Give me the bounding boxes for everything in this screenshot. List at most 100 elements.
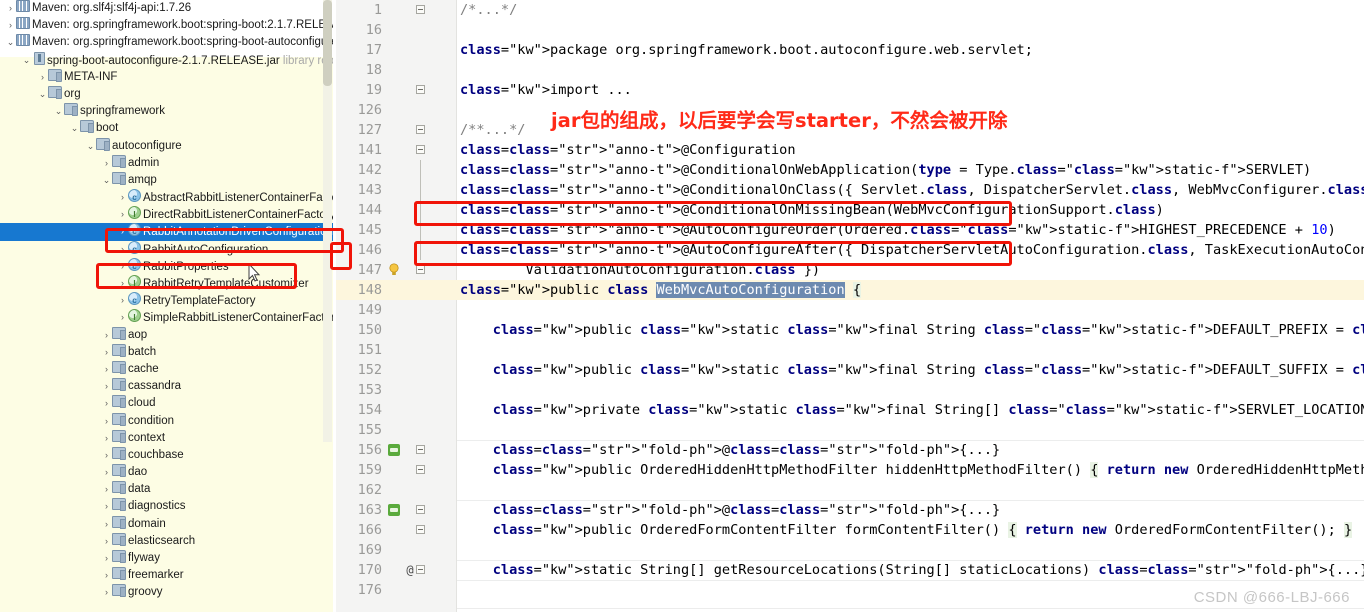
code-line[interactable]: 147 ValidationAutoConfiguration.class }) xyxy=(336,259,1364,280)
chevron-right-icon[interactable]: › xyxy=(117,309,128,326)
chevron-right-icon[interactable]: › xyxy=(117,241,128,258)
code-line[interactable]: 144 class=class="str">"anno-t">@Condition… xyxy=(336,200,1364,220)
fold-toggle-icon[interactable] xyxy=(416,445,425,454)
tree-item-cache[interactable]: › cache xyxy=(0,360,336,378)
fold-toggle-icon[interactable] xyxy=(416,125,425,134)
code-line[interactable]: 154 class="kw">private class="kw">static… xyxy=(336,400,1364,420)
tree-item-rabbitannotationdrivenconfiguration[interactable]: › RabbitAnnotationDrivenConfiguration xyxy=(0,223,336,241)
tree-item-springframework[interactable]: ⌄ springframework xyxy=(0,103,336,120)
chevron-down-icon[interactable]: ⌄ xyxy=(5,34,16,51)
code-line[interactable]: 151 xyxy=(336,340,1364,360)
code-line[interactable]: 145 class=class="str">"anno-t">@AutoConfi… xyxy=(336,220,1364,240)
code-line[interactable]: 149 xyxy=(336,300,1364,320)
chevron-right-icon[interactable]: › xyxy=(117,223,128,240)
code-line[interactable]: 156 class=class="str">"fold-ph">@class=c… xyxy=(336,440,1364,460)
tree-item-couchbase[interactable]: › couchbase xyxy=(0,446,336,464)
code-line[interactable]: 155 xyxy=(336,420,1364,440)
chevron-right-icon[interactable]: › xyxy=(101,567,112,584)
code-line[interactable]: 16 xyxy=(336,20,1364,40)
tree-item-rabbitautoconfiguration[interactable]: › RabbitAutoConfiguration xyxy=(0,240,336,258)
chevron-right-icon[interactable]: › xyxy=(101,516,112,533)
chevron-right-icon[interactable]: › xyxy=(101,464,112,481)
chevron-right-icon[interactable]: › xyxy=(117,189,128,206)
chevron-right-icon[interactable]: › xyxy=(117,292,128,309)
tree-item-condition[interactable]: › condition xyxy=(0,412,336,430)
tree-item-directrabbitlistenercontainerfactoryco[interactable]: › DirectRabbitListenerContainerFactoryCo xyxy=(0,206,336,223)
tree-item-dao[interactable]: › dao xyxy=(0,464,336,481)
tree-item-elasticsearch[interactable]: › elasticsearch xyxy=(0,532,336,550)
code-line-list[interactable]: 1 /*...*/ 16 17 class="kw">package org.sprin… xyxy=(336,0,1364,600)
chevron-right-icon[interactable]: › xyxy=(101,361,112,378)
code-line[interactable]: 159 class="kw">public OrderedHiddenHttpM… xyxy=(336,460,1364,480)
code-line[interactable]: 18 xyxy=(336,60,1364,80)
chevron-right-icon[interactable]: › xyxy=(37,69,48,86)
chevron-right-icon[interactable]: › xyxy=(101,550,112,567)
code-line[interactable]: 148 class="kw">public class WebMvcAutoCon… xyxy=(336,280,1364,300)
code-line[interactable]: 170 @ class="kw">static String[] getResou… xyxy=(336,560,1364,580)
tree-item-cassandra[interactable]: › cassandra xyxy=(0,378,336,395)
tree-item-flyway[interactable]: › flyway xyxy=(0,550,336,567)
chevron-right-icon[interactable]: › xyxy=(5,17,16,34)
tree-item-org[interactable]: ⌄ org xyxy=(0,85,336,103)
fold-toggle-icon[interactable] xyxy=(416,5,425,14)
chevron-down-icon[interactable]: ⌄ xyxy=(85,138,96,155)
chevron-right-icon[interactable]: › xyxy=(101,447,112,464)
code-line[interactable]: 141 class=class="str">"anno-t">@Configura… xyxy=(336,140,1364,160)
tree-item-rabbitproperties[interactable]: › RabbitProperties xyxy=(0,257,336,275)
tree-item-meta-inf[interactable]: › META-INF xyxy=(0,68,336,86)
tree-item-rabbitretrytemplatecustomizer[interactable]: › RabbitRetryTemplateCustomizer xyxy=(0,275,336,292)
chevron-right-icon[interactable]: › xyxy=(101,498,112,515)
code-line[interactable]: 162 xyxy=(336,480,1364,500)
chevron-right-icon[interactable]: › xyxy=(101,344,112,361)
tree-item-abstractrabbitlistenercontainerfactory[interactable]: › AbstractRabbitListenerContainerFactory xyxy=(0,189,336,206)
tree-item-admin[interactable]: › admin xyxy=(0,154,336,172)
tree-item-autoconfigure[interactable]: ⌄ autoconfigure xyxy=(0,137,336,155)
tree-item-data[interactable]: › data xyxy=(0,481,336,498)
chevron-right-icon[interactable]: › xyxy=(101,430,112,447)
tree-item-maven-org-springframework-boot-spring-boot-autoconfigure-2[interactable]: ⌄ Maven: org.springframework.boot:spring-… xyxy=(0,34,336,51)
spring-bean-icon[interactable] xyxy=(388,444,400,456)
spring-bean-icon[interactable] xyxy=(388,504,400,516)
tree-item-context[interactable]: › context xyxy=(0,429,336,447)
chevron-down-icon[interactable]: ⌄ xyxy=(69,120,80,137)
tree-item-cloud[interactable]: › cloud xyxy=(0,395,336,412)
chevron-right-icon[interactable]: › xyxy=(101,533,112,550)
tree-scrollbar-thumb[interactable] xyxy=(323,0,332,86)
chevron-down-icon[interactable]: ⌄ xyxy=(37,86,48,103)
code-line[interactable]: 169 xyxy=(336,540,1364,560)
chevron-down-icon[interactable]: ⌄ xyxy=(53,103,64,120)
code-line[interactable]: 19 class="kw">import ... xyxy=(336,80,1364,100)
chevron-right-icon[interactable]: › xyxy=(101,481,112,498)
code-line[interactable]: 17 class="kw">package org.springframework… xyxy=(336,40,1364,60)
tree-item-maven-org-slf4j-slf4j-api-1-7-26[interactable]: › Maven: org.slf4j:slf4j-api:1.7.26 xyxy=(0,0,336,17)
code-line[interactable]: 153 xyxy=(336,380,1364,400)
tree-item-freemarker[interactable]: › freemarker xyxy=(0,567,336,584)
tree-row-list[interactable]: › Maven: org.slf4j:slf4j-api:1.7.26 › Maven… xyxy=(0,0,336,602)
tree-item-groovy[interactable]: › groovy xyxy=(0,584,336,601)
code-editor[interactable]: 1 /*...*/ 16 17 class="kw">package org.sprin… xyxy=(336,0,1364,612)
code-line[interactable]: 152 class="kw">public class="kw">static … xyxy=(336,360,1364,380)
code-line[interactable]: 166 class="kw">public OrderedFormContent… xyxy=(336,520,1364,540)
fold-toggle-icon[interactable] xyxy=(416,565,425,574)
chevron-right-icon[interactable]: › xyxy=(117,206,128,223)
chevron-down-icon[interactable]: ⌄ xyxy=(101,172,112,189)
chevron-right-icon[interactable]: › xyxy=(117,258,128,275)
tree-item-boot[interactable]: ⌄ boot xyxy=(0,120,336,137)
project-library-tree-panel[interactable]: › Maven: org.slf4j:slf4j-api:1.7.26 › Maven… xyxy=(0,0,336,612)
fold-toggle-icon[interactable] xyxy=(416,145,425,154)
tree-item-retrytemplatefactory[interactable]: › RetryTemplateFactory xyxy=(0,292,336,309)
code-line[interactable]: 163 class=class="str">"fold-ph">@class=c… xyxy=(336,500,1364,520)
code-line[interactable]: 142 class=class="str">"anno-t">@Condition… xyxy=(336,160,1364,180)
code-line[interactable]: 1 /*...*/ xyxy=(336,0,1364,20)
gutter-marker[interactable] xyxy=(386,440,410,460)
chevron-right-icon[interactable]: › xyxy=(101,413,112,430)
tree-item-maven-org-springframework-boot-spring-boot-2-1-7-release[interactable]: › Maven: org.springframework.boot:spring-… xyxy=(0,17,336,34)
chevron-right-icon[interactable]: › xyxy=(101,378,112,395)
tree-item-simplerabbitlistenercontainerfactoryc[interactable]: › SimpleRabbitListenerContainerFactoryC xyxy=(0,309,336,327)
fold-toggle-icon[interactable] xyxy=(416,525,425,534)
tree-item-aop[interactable]: › aop xyxy=(0,326,336,344)
chevron-right-icon[interactable]: › xyxy=(5,0,16,17)
fold-toggle-icon[interactable] xyxy=(416,465,425,474)
chevron-down-icon[interactable]: ⌄ xyxy=(21,52,32,69)
tree-item-spring-boot-autoconfigure-2-1-7-release-jar[interactable]: ⌄ spring-boot-autoconfigure-2.1.7.RELEASE… xyxy=(0,51,336,69)
